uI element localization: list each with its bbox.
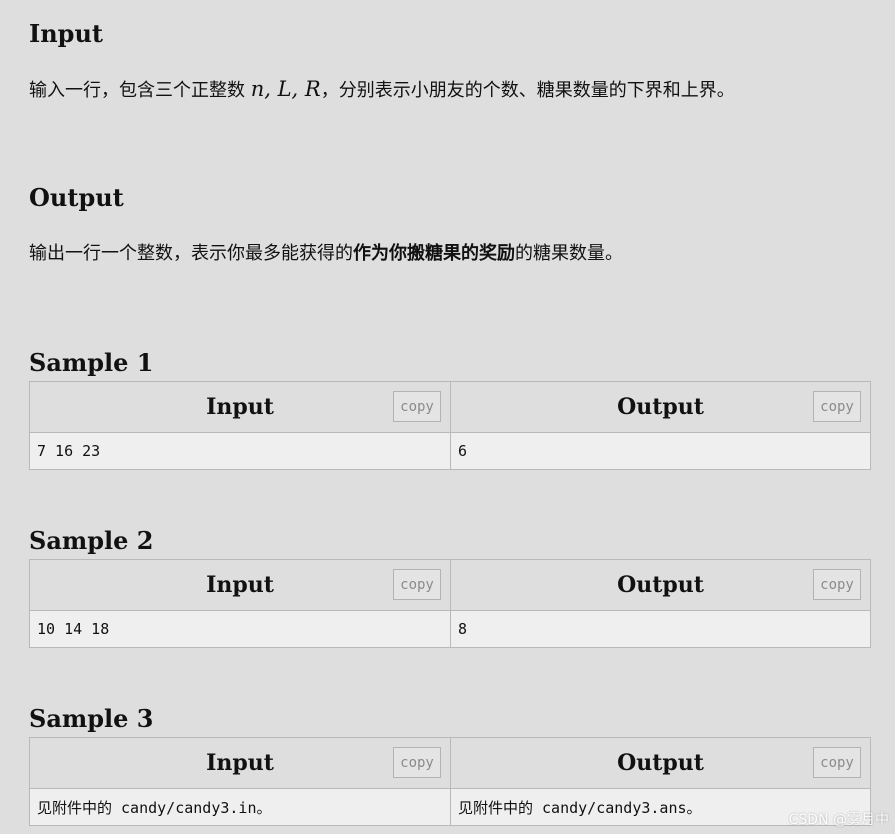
- input-description: 输入一行，包含三个正整数 n, L, R，分别表示小朋友的个数、糖果数量的下界和…: [29, 75, 735, 105]
- sample-1-output-copy-button[interactable]: copy: [813, 391, 861, 422]
- sample-1-input-header: Input copy: [30, 382, 451, 433]
- sample-3-title: Sample 3: [29, 704, 154, 733]
- input-text-before: 输入一行，包含三个正整数: [29, 80, 251, 101]
- sample-1-input-value: 7 16 23: [30, 433, 451, 469]
- sample-1-input-header-label: Input: [206, 394, 274, 420]
- sample-3-table: Input copy Output copy 见附件中的 candy/candy…: [29, 737, 871, 826]
- input-math-vars: n, L, R: [250, 77, 321, 101]
- sample-3-input-copy-button[interactable]: copy: [393, 747, 441, 778]
- sample-2-title: Sample 2: [29, 526, 154, 555]
- csdn-watermark: CSDN @雾月中: [788, 812, 889, 828]
- input-text-after: ，分别表示小朋友的个数、糖果数量的下界和上界。: [320, 80, 735, 101]
- sample-1-output-value: 6: [451, 433, 870, 469]
- sample-1-input-copy-button[interactable]: copy: [393, 391, 441, 422]
- sample-2-table: Input copy Output copy 10 14 18 8: [29, 559, 871, 648]
- input-section-title: Input: [29, 19, 103, 48]
- sample-3-output-header-label: Output: [617, 750, 704, 776]
- sample-2-output-header-label: Output: [617, 572, 704, 598]
- sample-1-table: Input copy Output copy 7 16 23 6: [29, 381, 871, 470]
- output-description: 输出一行一个整数，表示你最多能获得的作为你搬糖果的奖励的糖果数量。: [29, 240, 623, 268]
- sample-2-input-header-label: Input: [206, 572, 274, 598]
- output-bold-text: 作为你搬糖果的奖励: [353, 243, 515, 264]
- sample-1-title: Sample 1: [29, 348, 154, 377]
- sample-2-output-value: 8: [451, 611, 870, 647]
- sample-3-output-copy-button[interactable]: copy: [813, 747, 861, 778]
- sample-3-output-header: Output copy: [451, 738, 870, 789]
- sample-3-input-value: 见附件中的 candy/candy3.in。: [30, 789, 451, 825]
- output-text-before: 输出一行一个整数，表示你最多能获得的: [29, 243, 353, 264]
- sample-3-input-header-label: Input: [206, 750, 274, 776]
- sample-2-output-copy-button[interactable]: copy: [813, 569, 861, 600]
- sample-2-output-header: Output copy: [451, 560, 870, 611]
- sample-3-input-header: Input copy: [30, 738, 451, 789]
- sample-2-input-copy-button[interactable]: copy: [393, 569, 441, 600]
- output-section-title: Output: [29, 183, 124, 212]
- sample-2-input-value: 10 14 18: [30, 611, 451, 647]
- sample-1-output-header: Output copy: [451, 382, 870, 433]
- sample-1-output-header-label: Output: [617, 394, 704, 420]
- sample-2-input-header: Input copy: [30, 560, 451, 611]
- output-text-after: 的糖果数量。: [515, 243, 623, 264]
